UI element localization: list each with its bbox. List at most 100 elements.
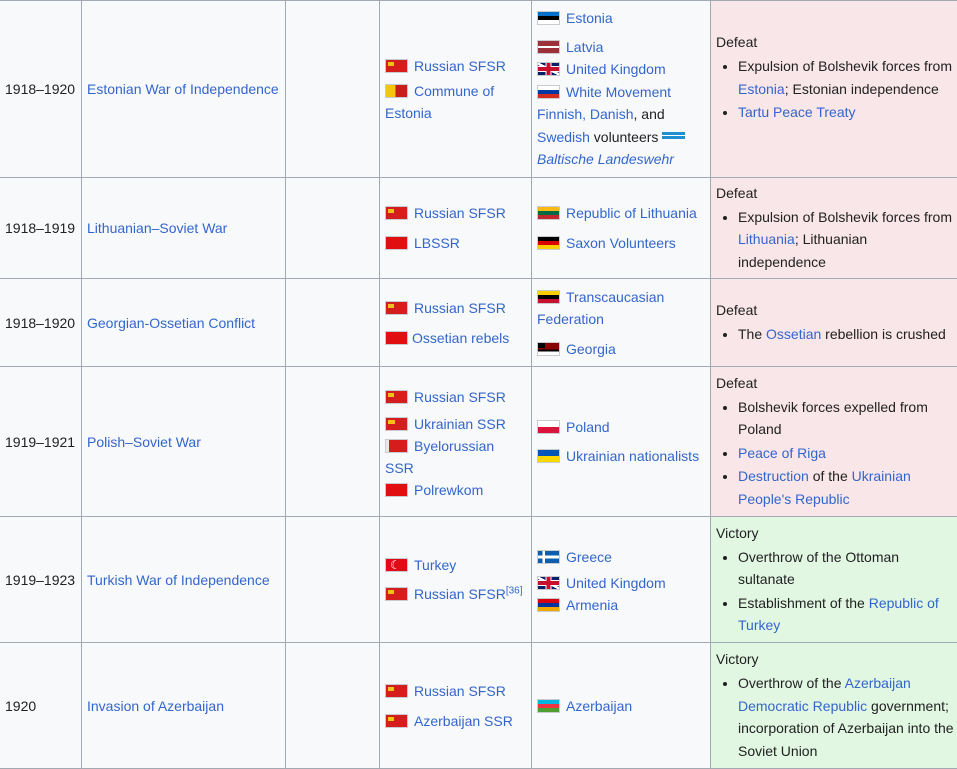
belligerent-link[interactable]: LBSSR [414,235,460,251]
result-link[interactable]: Estonia [738,81,785,97]
lbssr-flag-icon [385,236,408,250]
belligerent-link[interactable]: Saxon Volunteers [566,235,676,251]
empty-cell [286,643,380,769]
result-link[interactable]: Peace of Riga [738,445,826,461]
result-link[interactable]: Lithuania [738,231,795,247]
list-item: Peace of Riga [738,442,954,465]
belligerent-link[interactable]: Armenia [566,597,618,613]
belligerent-link[interactable]: Ossetian rebels [412,330,509,346]
belligerent-link[interactable]: Russian SFSR [414,58,506,74]
table-row: 1918–1919 Lithuanian–Soviet War Russian … [0,178,957,279]
list-item: Tartu Peace Treaty [738,101,954,124]
belligerent-link[interactable]: United Kingdom [566,61,666,77]
belligerent-link[interactable]: Russian SFSR [414,205,506,221]
opposing-side-cell: Transcaucasian Federation Georgia [532,279,711,367]
belligerent-link[interactable]: Poland [566,419,610,435]
turkey-flag-icon [385,558,408,572]
belligerent-link[interactable]: Swedish [537,129,590,145]
result-list: The Ossetian rebellion is crushed [716,323,954,346]
white-movement-flag-icon [537,85,560,99]
war-link[interactable]: Invasion of Azerbaijan [87,698,224,714]
belligerent-link[interactable]: Finnish, Danish [537,106,634,122]
soviet-wars-table: 1918–1920 Estonian War of Independence R… [0,0,957,769]
empty-cell [286,517,380,643]
armenia-flag-icon [537,598,560,612]
transcaucasian-flag-icon [537,290,560,304]
result-list: Expulsion of Bolshevik forces from Eston… [716,55,954,124]
result-cell: Defeat The Ossetian rebellion is crushed [711,279,957,367]
belligerent-link[interactable]: Russian SFSR [414,389,506,405]
belligerent-link[interactable]: Azerbaijan SSR [414,713,513,729]
result-cell: Victory Overthrow of the Azerbaijan Demo… [711,643,957,769]
list-item: Overthrow of the Ottoman sultanate [738,546,954,591]
belligerent-link[interactable]: Latvia [566,39,603,55]
result-label: Defeat [716,299,954,321]
commune-of-estonia-flag-icon [385,84,408,98]
date-cell: 1918–1920 [0,1,82,178]
russian-sfsr-flag-icon [385,684,408,698]
poland-flag-icon [537,420,560,434]
war-link[interactable]: Estonian War of Independence [87,81,279,97]
result-cell: Defeat Expulsion of Bolshevik forces fro… [711,1,957,178]
belligerent-link[interactable]: Georgia [566,341,616,357]
belligerent-link[interactable]: Greece [566,549,612,565]
war-link[interactable]: Turkish War of Independence [87,572,270,588]
war-link[interactable]: Georgian-Ossetian Conflict [87,315,255,331]
war-link[interactable]: Polish–Soviet War [87,434,201,450]
ukrainian-ssr-flag-icon [385,417,408,431]
list-item: The Ossetian rebellion is crushed [738,323,954,346]
war-cell: Invasion of Azerbaijan [82,643,286,769]
result-cell: Victory Overthrow of the Ottoman sultana… [711,517,957,643]
opposing-side-cell: Republic of Lithuania Saxon Volunteers [532,178,711,279]
date-cell: 1918–1920 [0,279,82,367]
belligerent-link[interactable]: Polrewkom [414,482,483,498]
result-list: Overthrow of the Ottoman sultanate Estab… [716,546,954,637]
georgia-flag-icon [537,342,560,356]
russian-sfsr-flag-icon [385,59,408,73]
citation-ref[interactable]: [36] [506,585,523,596]
opposing-side-cell: Greece United Kingdom Armenia [532,517,711,643]
table-row: 1918–1920 Estonian War of Independence R… [0,1,957,178]
belligerent-link[interactable]: Estonia [566,10,613,26]
soviet-side-cell: Russian SFSR LBSSR [380,178,532,279]
list-item: Overthrow of the Azerbaijan Democratic R… [738,672,954,762]
table-row: 1920 Invasion of Azerbaijan Russian SFSR… [0,643,957,769]
table-row: 1919–1921 Polish–Soviet War Russian SFSR… [0,367,957,517]
russian-sfsr-flag-icon [385,587,408,601]
belligerent-link[interactable]: Ukrainian SSR [414,416,506,432]
belligerent-link[interactable]: Ukrainian nationalists [566,448,699,464]
saxony-flag-icon [537,236,560,250]
result-cell: Defeat Bolshevik forces expelled from Po… [711,367,957,517]
plain-text: , and [634,106,665,122]
plain-text: volunteers [590,129,658,145]
belligerent-link[interactable]: Russian SFSR [414,683,506,699]
belligerent-link[interactable]: United Kingdom [566,575,666,591]
result-link[interactable]: Tartu Peace Treaty [738,104,856,120]
belligerent-link[interactable]: Turkey [414,557,456,573]
soviet-side-cell: Russian SFSR Ossetian rebels [380,279,532,367]
belligerent-link[interactable]: White Movement [566,84,671,100]
uk-flag-icon [537,62,560,76]
uk-flag-icon [537,576,560,590]
belligerent-link[interactable]: Baltische Landeswehr [537,151,674,167]
belligerent-link[interactable]: Azerbaijan [566,698,632,714]
azerbaijan-flag-icon [537,699,560,713]
result-link[interactable]: Destruction [738,468,809,484]
lithuania-flag-icon [537,206,560,220]
empty-cell [286,1,380,178]
result-list: Expulsion of Bolshevik forces from Lithu… [716,206,954,274]
soviet-side-cell: Russian SFSR Azerbaijan SSR [380,643,532,769]
belligerent-link[interactable]: Republic of Lithuania [566,205,697,221]
result-label: Defeat [716,182,954,204]
result-list: Overthrow of the Azerbaijan Democratic R… [716,672,954,762]
belligerent-link[interactable]: Russian SFSR [414,586,506,602]
date-cell: 1919–1921 [0,367,82,517]
war-link[interactable]: Lithuanian–Soviet War [87,220,227,236]
belligerent-link[interactable]: Russian SFSR [414,300,506,316]
war-cell: Lithuanian–Soviet War [82,178,286,279]
result-cell: Defeat Expulsion of Bolshevik forces fro… [711,178,957,279]
polrewkom-flag-icon [385,483,408,497]
result-link[interactable]: Ossetian [766,326,821,342]
opposing-side-cell: Azerbaijan [532,643,711,769]
result-label: Defeat [716,372,954,394]
